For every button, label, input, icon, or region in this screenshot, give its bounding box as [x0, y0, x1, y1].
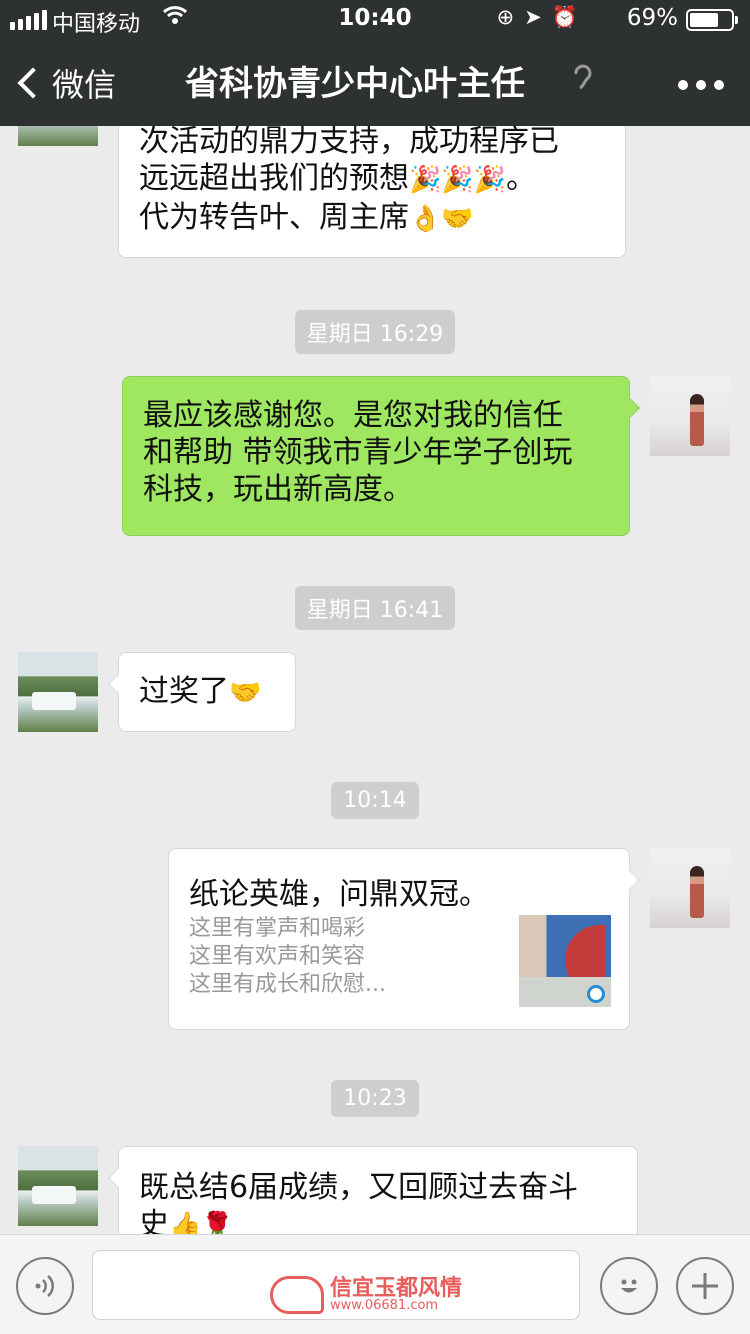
battery-percentage: 69% — [626, 5, 678, 31]
logo-icon — [587, 985, 605, 1003]
message-text: 次活动的鼎力支持，成功程序已 — [139, 126, 559, 159]
message-text: 既总结6届成绩，又回顾过去奋斗 — [139, 1170, 579, 1205]
alarm-icon: ⏰ — [551, 5, 588, 29]
avatar-self[interactable] — [650, 848, 730, 928]
message-text: 远远超出我们的预想 — [139, 161, 409, 196]
chat-area[interactable]: 次活动的鼎力支持，成功程序已 远远超出我们的预想🎉🎉🎉。 代为转告叶、周主席👌🤝… — [0, 126, 750, 1234]
handshake-emoji: 🤝 — [229, 678, 262, 708]
voice-button[interactable] — [16, 1257, 74, 1315]
link-title: 纸论英雄，问鼎双冠。 — [189, 877, 489, 912]
avatar[interactable] — [18, 126, 98, 146]
message-bubble[interactable]: 过奖了🤝 — [108, 652, 296, 732]
timestamp: 10:14 — [0, 782, 750, 819]
more-options-button[interactable] — [678, 80, 724, 90]
chat-title: 省科协青少中心叶主任 — [185, 64, 525, 104]
message-text: 最应该感谢您。是您对我的信任 — [143, 398, 563, 433]
watermark-text: 信宜玉都风情 — [330, 1275, 463, 1301]
status-icons: ⊕➤⏰ — [497, 5, 588, 30]
watermark-url: www.06681.com — [330, 1298, 439, 1313]
message-text: 过奖了 — [139, 674, 229, 709]
back-label: 微信 — [52, 66, 117, 104]
avatar[interactable] — [18, 1146, 98, 1226]
link-description-line: 这里有掌声和喝彩 — [189, 916, 366, 941]
shared-link-card[interactable]: 纸论英雄，问鼎双冠。 这里有掌声和喝彩 这里有欢声和笑容 这里有成长和欣慰... — [168, 848, 640, 1030]
timestamp: 10:23 — [0, 1080, 750, 1117]
avatar[interactable] — [18, 652, 98, 732]
link-thumbnail — [519, 915, 611, 1007]
message-text: 科技，玩出新高度。 — [143, 472, 413, 507]
party-emoji: 🎉🎉🎉 — [409, 165, 507, 195]
top-bar: 中国移动 10:40 ⊕➤⏰ 69% 微信 省科协青少中心叶主任 — [0, 0, 750, 126]
link-description: 这里有掌声和喝彩 这里有欢声和笑容 这里有成长和欣慰... — [189, 915, 386, 999]
timestamp: 星期日 16:29 — [0, 310, 750, 354]
back-button[interactable]: 微信 — [16, 60, 116, 106]
add-button[interactable] — [676, 1257, 734, 1315]
watermark: 信宜玉都风情 www.06681.com — [270, 1276, 462, 1314]
handshake-emoji: 👌🤝 — [409, 204, 474, 234]
timestamp: 星期日 16:41 — [0, 586, 750, 630]
emoji-button[interactable] — [600, 1257, 658, 1315]
message-bubble-sent[interactable]: 最应该感谢您。是您对我的信任 和帮助 带领我市青少年学子创玩 科技，玩出新高度。 — [122, 376, 640, 536]
avatar-self[interactable] — [650, 376, 730, 456]
link-description-line: 这里有欢声和笑容 — [189, 944, 366, 969]
message-bubble[interactable]: 既总结6届成绩，又回顾过去奋斗 史👍🌹 — [108, 1146, 638, 1234]
navigation-bar: 微信 省科协青少中心叶主任 — [0, 38, 750, 126]
thumbs-up-rose-emoji: 👍🌹 — [169, 1211, 234, 1234]
location-icon: ➤ — [524, 5, 552, 29]
message-text: 。 — [506, 161, 537, 196]
message-bubble[interactable]: 次活动的鼎力支持，成功程序已 远远超出我们的预想🎉🎉🎉。 代为转告叶、周主席👌🤝 — [118, 126, 626, 258]
battery-icon — [686, 9, 738, 31]
message-text: 和帮助 带领我市青少年学子创玩 — [143, 435, 573, 470]
earpiece-mode-icon — [572, 64, 592, 99]
rotation-lock-icon: ⊕ — [496, 5, 525, 29]
watermark-logo-icon — [270, 1276, 324, 1314]
chevron-left-icon — [17, 67, 49, 99]
smiley-icon — [621, 1279, 637, 1293]
plus-icon — [692, 1273, 718, 1299]
message-text: 史 — [139, 1207, 169, 1234]
voice-icon — [35, 1275, 54, 1297]
message-text: 代为转告叶、周主席 — [139, 200, 409, 235]
status-bar: 中国移动 10:40 ⊕➤⏰ 69% — [0, 0, 750, 38]
link-description-line: 这里有成长和欣慰... — [189, 972, 386, 997]
